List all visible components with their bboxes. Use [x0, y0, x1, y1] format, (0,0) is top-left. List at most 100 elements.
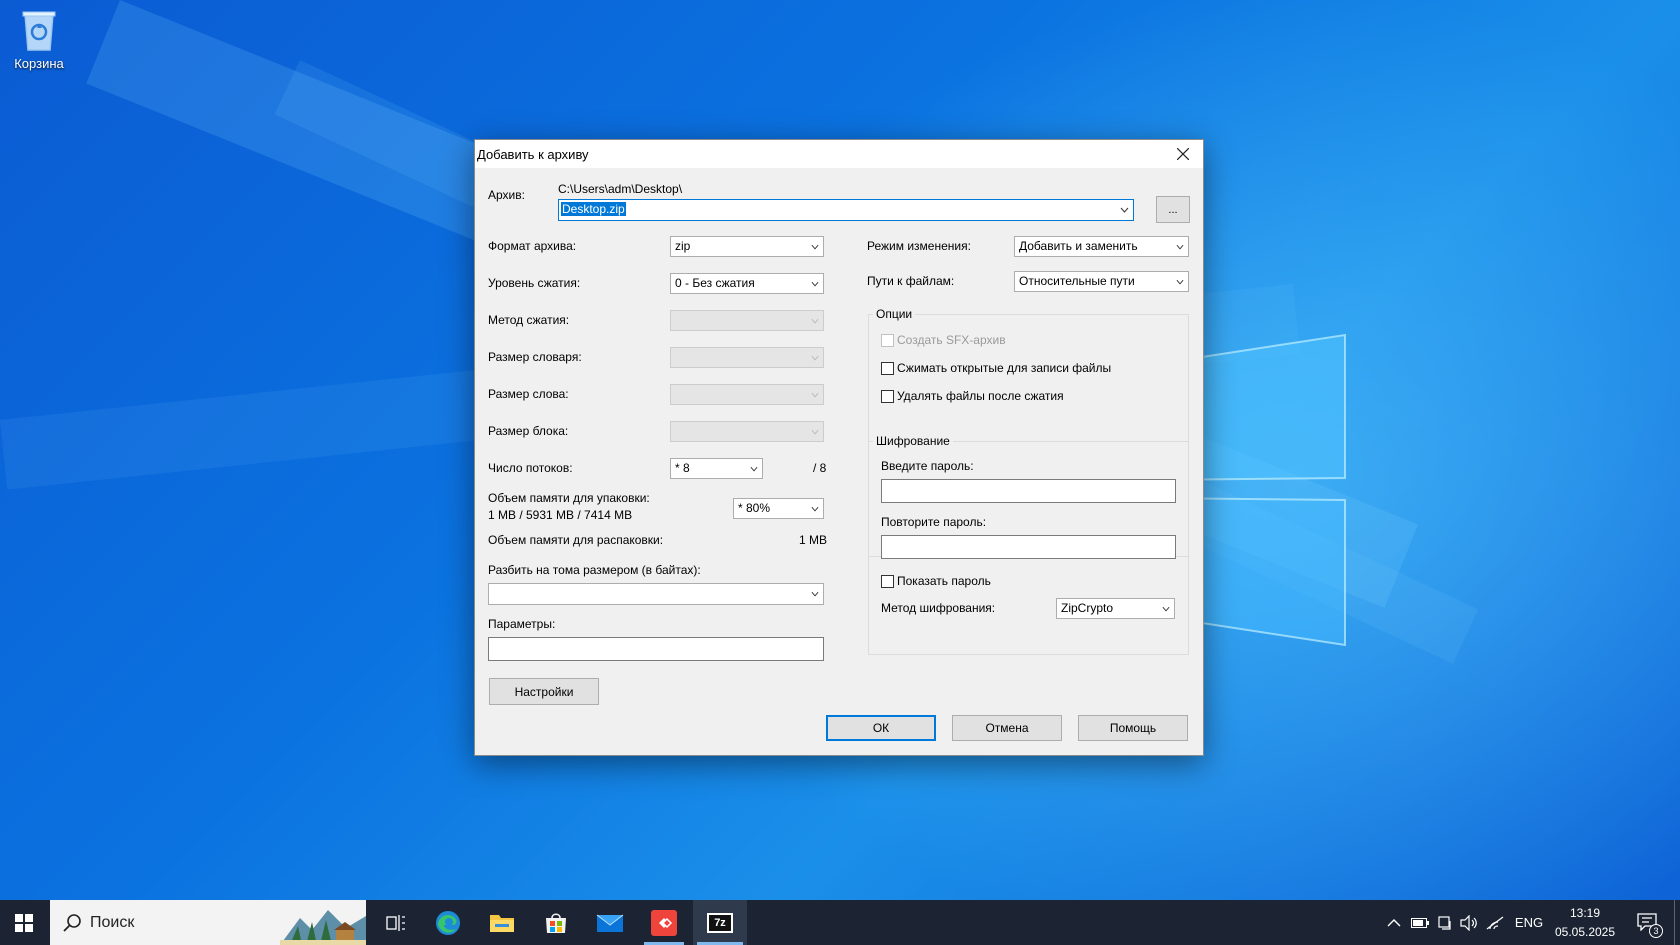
block-select[interactable] — [670, 421, 824, 442]
checkbox-box — [881, 361, 894, 375]
threads-label: Число потоков: — [488, 461, 573, 475]
archive-label: Архив: — [488, 188, 525, 202]
browse-button[interactable]: ... — [1156, 196, 1190, 223]
mail-icon — [596, 914, 624, 932]
search-highlight-landscape-icon — [280, 900, 366, 945]
update-mode-select[interactable]: Добавить и заменить — [1014, 236, 1189, 257]
mem-pack-info: 1 MB / 5931 MB / 7414 MB — [488, 508, 633, 522]
anydesk-button[interactable] — [640, 900, 688, 945]
encryption-title: Шифрование — [873, 434, 953, 448]
checkbox-box — [881, 333, 894, 347]
paths-value: Относительные пути — [1019, 274, 1135, 288]
search-icon — [63, 913, 81, 932]
cancel-button[interactable]: Отмена — [952, 715, 1062, 741]
paths-select[interactable]: Относительные пути — [1014, 271, 1189, 292]
archive-name-combobox[interactable]: Desktop.zip — [558, 199, 1134, 221]
clock[interactable]: 13:19 05.05.2025 — [1550, 904, 1620, 942]
mem-pack-value: * 80% — [738, 501, 771, 515]
recycle-bin-icon — [19, 6, 59, 52]
edge-browser-button[interactable] — [424, 900, 472, 945]
chevron-down-icon — [811, 355, 819, 361]
mem-unpack-label: Объем памяти для распаковки: — [488, 533, 664, 547]
anydesk-icon — [651, 909, 677, 936]
help-button[interactable]: Помощь — [1078, 715, 1188, 741]
sfx-checkbox[interactable]: Создать SFX-архив — [881, 333, 1006, 347]
task-view-icon — [386, 914, 405, 931]
split-volume-combobox[interactable] — [488, 583, 824, 605]
compress-shared-checkbox[interactable]: Сжимать открытые для записи файлы — [881, 361, 1111, 375]
dialog-titlebar[interactable]: Добавить к архиву — [475, 140, 1203, 168]
mail-button[interactable] — [586, 900, 634, 945]
mem-pack-label: Объем памяти для упаковки: — [488, 491, 650, 505]
edge-icon — [436, 910, 460, 935]
wifi-button[interactable] — [1482, 900, 1508, 945]
start-button[interactable] — [0, 900, 48, 945]
dialog-title: Добавить к архиву — [477, 147, 589, 162]
method-select[interactable] — [670, 310, 824, 331]
wifi-icon — [1486, 916, 1504, 929]
params-label: Параметры: — [488, 617, 556, 631]
chevron-down-icon — [811, 244, 819, 250]
enc-method-label: Метод шифрования: — [881, 601, 996, 615]
ok-button[interactable]: ОК — [826, 715, 936, 741]
show-hidden-icons-button[interactable] — [1380, 900, 1408, 945]
password-repeat-label: Повторите пароль: — [881, 515, 987, 529]
windows-start-icon — [15, 913, 33, 932]
7zip-icon: 7z — [707, 912, 733, 933]
delete-after-checkbox[interactable]: Удалять файлы после сжатия — [881, 389, 1064, 403]
checkbox-box — [881, 574, 894, 588]
microsoft-store-button[interactable] — [532, 900, 580, 945]
mem-unpack-value: 1 MB — [799, 533, 828, 547]
clock-time: 13:19 — [1569, 906, 1601, 920]
level-value: 0 - Без сжатия — [675, 276, 755, 290]
enc-method-value: ZipCrypto — [1061, 601, 1114, 615]
7zip-taskbar-button[interactable]: 7z — [693, 900, 747, 945]
chevron-down-icon — [1162, 606, 1170, 612]
enc-method-select[interactable]: ZipCrypto — [1056, 598, 1175, 619]
format-select[interactable]: zip — [670, 236, 824, 257]
level-label: Уровень сжатия: — [488, 276, 581, 290]
volume-button[interactable] — [1456, 900, 1482, 945]
threads-value: * 8 — [675, 461, 690, 475]
threads-select[interactable]: * 8 — [670, 458, 763, 479]
close-button[interactable] — [1163, 140, 1203, 168]
chevron-down-icon — [750, 466, 758, 472]
split-label: Разбить на тома размером (в байтах): — [488, 563, 701, 577]
password-input[interactable] — [881, 479, 1176, 503]
params-input[interactable] — [488, 637, 824, 661]
dict-select[interactable] — [670, 347, 824, 368]
clock-date: 05.05.2025 — [1554, 925, 1616, 939]
battery-button[interactable] — [1406, 900, 1434, 945]
network-status-button[interactable] — [1432, 900, 1458, 945]
password-label: Введите пароль: — [881, 459, 974, 473]
show-password-checkbox[interactable]: Показать пароль — [881, 574, 991, 588]
notifications-button[interactable]: 3 — [1628, 900, 1668, 945]
method-label: Метод сжатия: — [488, 313, 570, 327]
chevron-down-icon — [811, 506, 819, 512]
battery-icon — [1411, 917, 1429, 928]
show-password-label: Показать пароль — [897, 574, 991, 588]
task-view-button[interactable] — [372, 900, 420, 945]
archive-name-text: Desktop.zip — [561, 202, 626, 216]
show-desktop-button[interactable] — [1674, 900, 1680, 945]
file-explorer-button[interactable] — [478, 900, 526, 945]
mem-pack-select[interactable]: * 80% — [733, 498, 824, 519]
settings-button[interactable]: Настройки — [489, 678, 599, 705]
delete-after-label: Удалять файлы после сжатия — [897, 389, 1064, 403]
taskbar-search-box[interactable]: Поиск — [50, 900, 366, 945]
speaker-icon — [1460, 914, 1477, 931]
dict-label: Размер словаря: — [488, 350, 582, 364]
password-repeat-input[interactable] — [881, 535, 1176, 559]
level-select[interactable]: 0 - Без сжатия — [670, 273, 824, 294]
chevron-down-icon — [811, 281, 819, 287]
paths-label: Пути к файлам: — [867, 274, 955, 288]
word-select[interactable] — [670, 384, 824, 405]
language-indicator[interactable]: ENG — [1512, 900, 1546, 945]
chevron-down-icon — [1176, 279, 1184, 285]
format-value: zip — [675, 239, 691, 253]
chevron-down-icon — [811, 392, 819, 398]
recycle-bin-shortcut[interactable]: Корзина — [8, 6, 70, 71]
store-icon — [546, 912, 566, 933]
update-mode-label: Режим изменения: — [867, 239, 971, 253]
chevron-down-icon — [811, 429, 819, 435]
